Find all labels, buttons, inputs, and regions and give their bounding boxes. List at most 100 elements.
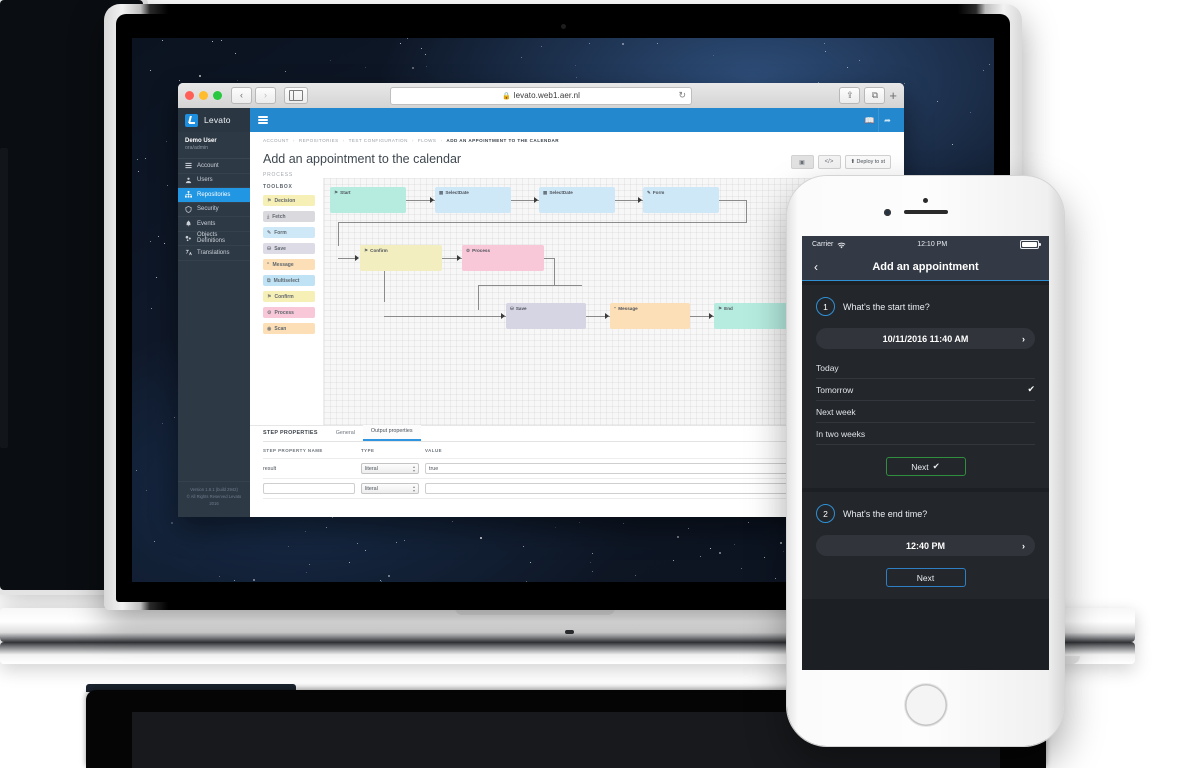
sidebar-nav: Account Users Repositories Security Events Ob… <box>178 159 250 261</box>
gears-icon: ⚙ <box>466 248 471 253</box>
back-button[interactable]: ‹ <box>231 87 252 104</box>
sidebar-spacer <box>178 261 250 482</box>
sidebar-item-users[interactable]: Users <box>178 174 250 188</box>
nav-buttons[interactable]: ‹ › <box>231 87 276 104</box>
toolbox-item-form[interactable]: ✎ Form <box>263 227 315 238</box>
quick-option-tomorrow[interactable]: Tomorrow ✔ <box>816 379 1035 401</box>
sidebar-item-repositories[interactable]: Repositories <box>178 188 250 203</box>
flow-connector <box>719 200 747 201</box>
app-sidebar: Levato Demo User ora/admin Account Users R… <box>178 108 250 517</box>
flow-node-message[interactable]: “Message <box>610 303 690 329</box>
flow-connector <box>478 285 479 310</box>
phone-sensor-icon <box>883 209 891 216</box>
flow-node-form[interactable]: ✎ Form <box>643 187 719 213</box>
quick-option-today[interactable]: Today <box>816 357 1035 379</box>
property-type-select[interactable]: literal ▴ ▾ <box>361 463 419 474</box>
next-button[interactable]: Next <box>885 568 966 587</box>
list-icon <box>185 162 192 169</box>
deploy-button[interactable]: ⬆ Deploy to st <box>844 155 891 169</box>
toolbox-item-save[interactable]: ⛁ Save <box>263 243 315 254</box>
users-icon <box>185 177 192 184</box>
reload-icon[interactable]: ↻ <box>678 90 686 101</box>
sidebar-item-security[interactable]: Security <box>178 203 250 217</box>
quick-option-label: Today <box>816 362 839 373</box>
flow-node-save[interactable]: ⛁ Save <box>506 303 586 329</box>
close-button[interactable] <box>185 91 194 100</box>
maximize-button[interactable] <box>213 91 222 100</box>
camera-icon: ◉ <box>267 325 272 332</box>
forward-button[interactable]: › <box>255 87 276 104</box>
chevron-right-icon: › <box>1022 333 1025 344</box>
calendar-icon: ▦ <box>439 190 444 195</box>
logout-icon[interactable]: ➦ <box>878 108 896 132</box>
toolbox-item-fetch[interactable]: ⤓ Fetch <box>263 211 315 222</box>
chevron-left-icon[interactable]: ‹ <box>814 261 818 273</box>
toolbox-item-process[interactable]: ⚙ Process <box>263 307 315 318</box>
minimize-button[interactable] <box>199 91 208 100</box>
quick-option-in-two-weeks[interactable]: In two weeks <box>816 423 1035 445</box>
next-button[interactable]: Next ✔ <box>885 457 966 476</box>
breadcrumb-item[interactable]: ACCOUNT <box>263 138 289 143</box>
sidebar-item-label: Translations <box>197 249 230 256</box>
phone-question-row: 2 What's the end time? <box>802 504 1049 535</box>
battery-icon <box>1019 240 1041 249</box>
tabs-icon[interactable]: ⧉ <box>864 87 886 104</box>
breadcrumb-item[interactable]: TEST CONFIGURATION <box>349 138 408 143</box>
toolbox-item-scan[interactable]: ◉ Scan <box>263 323 315 334</box>
toolbox-list: ⚑ Decision ⤓ Fetch ✎ Form ⛁ Save “Message ⧉ Multis… <box>263 195 315 334</box>
status-time: 12:10 PM <box>917 241 948 248</box>
phone-screen: Carrier 12:10 PM ‹ Add an appointment 1W… <box>802 236 1049 670</box>
flow-node-end[interactable]: ⚑ End <box>714 303 790 329</box>
flag-icon: ⚑ <box>267 293 272 300</box>
sidebar-item-account[interactable]: Account <box>178 159 250 174</box>
home-button[interactable] <box>904 684 947 726</box>
property-name-input[interactable] <box>263 483 355 494</box>
window-controls[interactable] <box>185 91 222 100</box>
sidebar-toggle-icon[interactable] <box>284 87 308 104</box>
objects-icon <box>185 235 192 242</box>
chevron-updown-icon: ▴ ▾ <box>412 483 415 493</box>
background-device-left <box>0 148 8 448</box>
sidebar-item-translations[interactable]: Translations <box>178 246 250 261</box>
sidebar-item-label: Account <box>197 162 219 169</box>
toolbox-panel: TOOLBOX ⚑ Decision ⤓ Fetch ✎ Form ⛁ Save “Messag… <box>250 178 324 425</box>
flow-node-label: Message <box>618 306 638 311</box>
properties-column-header: STEP PROPERTY NAME <box>263 448 323 453</box>
breadcrumb-item[interactable]: FLOWS <box>418 138 437 143</box>
code-view-button[interactable]: </> <box>817 155 841 169</box>
flow-arrow <box>709 313 713 319</box>
breadcrumb-item[interactable]: REPOSITORIES <box>299 138 339 143</box>
toolbox-item-confirm[interactable]: ⚑ Confirm <box>263 291 315 302</box>
brand[interactable]: Levato <box>178 108 250 132</box>
hamburger-icon[interactable] <box>258 116 268 124</box>
flow-node-selectdate[interactable]: ▦ SelectDate <box>435 187 511 213</box>
property-type-select[interactable]: literal ▴ ▾ <box>361 483 419 494</box>
properties-tab-general[interactable]: General <box>328 426 363 441</box>
flow-node-confirm[interactable]: ⚑ Confirm <box>360 245 442 271</box>
toolbox-item-multiselect[interactable]: ⧉ Multiselect <box>263 275 315 286</box>
quick-option-next-week[interactable]: Next week <box>816 401 1035 423</box>
flow-node-label: Form <box>652 190 665 195</box>
share-icon[interactable]: ⇪ <box>839 87 861 104</box>
new-tab-icon[interactable]: + <box>889 89 897 102</box>
flow-node-selectdate[interactable]: ▦ SelectDate <box>539 187 615 213</box>
flow-node-process[interactable]: ⚙ Process <box>462 245 544 271</box>
address-bar[interactable]: 🔒 levato.web1.aer.nl ↻ <box>390 86 692 105</box>
designer-view-button[interactable]: ▣ <box>790 155 814 169</box>
datetime-picker-button[interactable]: 12:40 PM › <box>816 535 1035 556</box>
flow-node-start[interactable]: ⚑ Start <box>330 187 406 213</box>
sidebar-item-events[interactable]: Events <box>178 217 250 232</box>
toolbox-item-label: Fetch <box>272 213 286 220</box>
iphone-device: Carrier 12:10 PM ‹ Add an appointment 1W… <box>787 176 1064 746</box>
sidebar-item-objects-definitions[interactable]: Objects Definitions <box>178 232 250 246</box>
phone-speaker-icon <box>903 210 948 214</box>
datetime-picker-button[interactable]: 10/11/2016 11:40 AM › <box>816 328 1035 349</box>
book-icon[interactable]: 📖 <box>861 108 878 132</box>
browser-right-buttons[interactable]: ⇪ ⧉ + <box>839 87 897 104</box>
flag-icon: ⚑ <box>267 197 272 204</box>
toolbox-item-decision[interactable]: ⚑ Decision <box>263 195 315 206</box>
toolbox-item-message[interactable]: “Message <box>263 259 315 270</box>
form-icon: ✎ <box>267 229 272 236</box>
properties-tab-output-properties[interactable]: Output properties <box>362 424 421 441</box>
toolbox-item-label: Message <box>272 261 294 268</box>
